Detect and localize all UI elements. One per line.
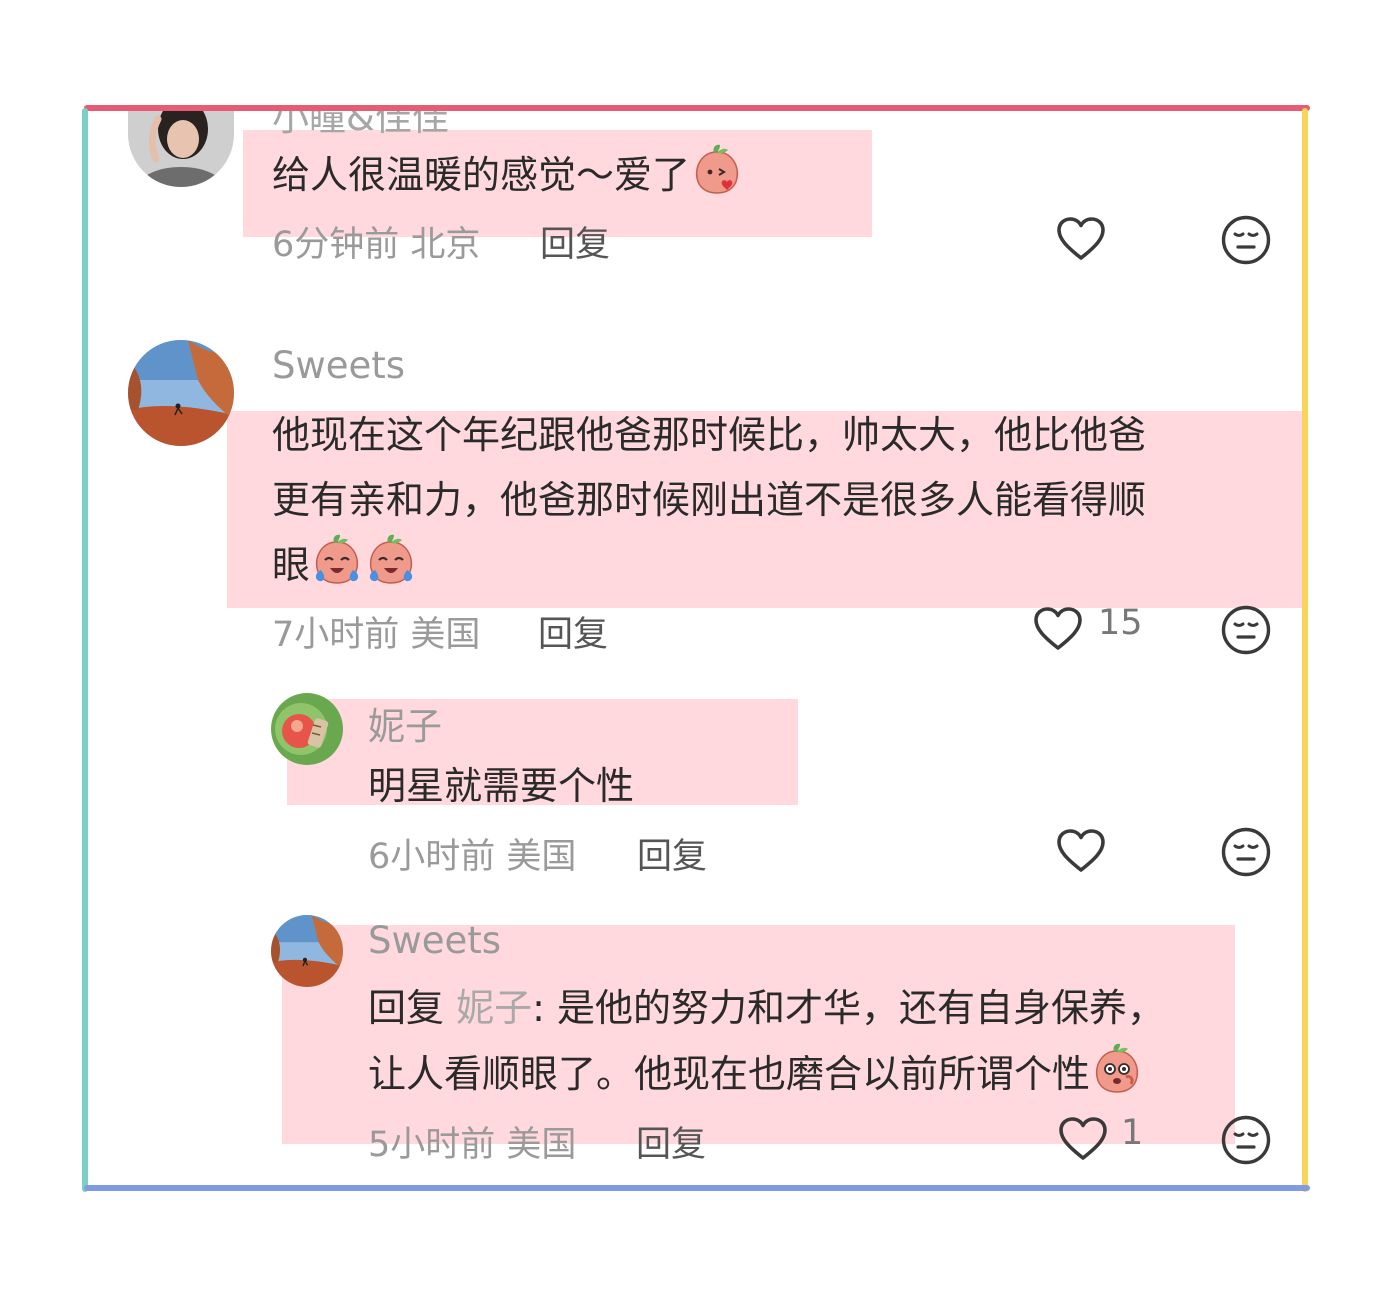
frame-bottom-border: [84, 1185, 1310, 1191]
comment-username[interactable]: 小瞳&佳佳: [272, 111, 449, 141]
frame-right-border: [1302, 108, 1308, 1192]
heart-outline-icon[interactable]: [1032, 606, 1084, 652]
peach-crying-laugh-emoji: [310, 532, 364, 586]
reply-text: 明星就需要个性: [368, 764, 635, 808]
reply-meta: 5小时前 美国: [368, 1116, 576, 1167]
neutral-face-icon[interactable]: [1220, 826, 1272, 878]
comment-location: 北京: [410, 225, 481, 265]
heart-outline-icon[interactable]: [1057, 1116, 1109, 1162]
neutral-face-icon[interactable]: [1220, 1114, 1272, 1166]
reply-meta: 6小时前 美国: [368, 828, 576, 879]
comment-location: 美国: [410, 615, 481, 655]
neutral-face-icon[interactable]: [1220, 604, 1272, 656]
comment-username[interactable]: Sweets: [272, 344, 405, 387]
avatar[interactable]: [271, 915, 343, 987]
avatar[interactable]: [128, 340, 234, 446]
comment-time: 7小时前: [272, 615, 400, 655]
comment-text: 眼: [272, 532, 418, 598]
like-count: 1: [1121, 1113, 1144, 1153]
avatar[interactable]: [271, 693, 343, 765]
reply-time: 5小时前: [368, 1125, 496, 1165]
reply-text: 让人看顺眼了。他现在也磨合以前所谓个性: [368, 1041, 1144, 1107]
peach-kiss-emoji: [690, 142, 744, 196]
reply-username[interactable]: Sweets: [368, 919, 501, 962]
peach-crying-laugh-emoji: [364, 532, 418, 586]
reply-time: 6小时前: [368, 837, 496, 877]
comment-text: 他现在这个年纪跟他爸那时候比，帅太大，他比他爸: [272, 413, 1147, 457]
reply-button[interactable]: 回复: [538, 606, 608, 657]
comment-list[interactable]: 小瞳&佳佳 给人很温暖的感觉～爱了 6分钟前 北京 回复 Sweets 他现在这…: [88, 111, 1302, 1185]
comment-time: 6分钟前: [272, 225, 400, 265]
neutral-face-icon[interactable]: [1220, 214, 1272, 266]
reply-location: 美国: [506, 837, 577, 877]
reply-target-username[interactable]: 妮子: [456, 986, 532, 1030]
reply-text: 回复 妮子: 是他的努力和才华，还有自身保养，: [368, 986, 1166, 1030]
comment-text: 更有亲和力，他爸那时候刚出道不是很多人能看得顺: [272, 478, 1147, 522]
avatar[interactable]: [128, 111, 234, 187]
reply-location: 美国: [506, 1125, 577, 1165]
heart-outline-icon[interactable]: [1055, 828, 1107, 874]
comment-text: 给人很温暖的感觉～爱了: [272, 142, 744, 208]
comment-meta: 7小时前 美国: [272, 606, 480, 657]
reply-button[interactable]: 回复: [540, 216, 610, 267]
reply-button[interactable]: 回复: [636, 1116, 706, 1167]
reply-button[interactable]: 回复: [637, 828, 707, 879]
reply-username[interactable]: 妮子: [368, 696, 442, 750]
like-count: 15: [1098, 603, 1143, 643]
comment-meta: 6分钟前 北京: [272, 216, 480, 267]
heart-outline-icon[interactable]: [1055, 216, 1107, 262]
peach-shy-emoji: [1090, 1041, 1144, 1095]
